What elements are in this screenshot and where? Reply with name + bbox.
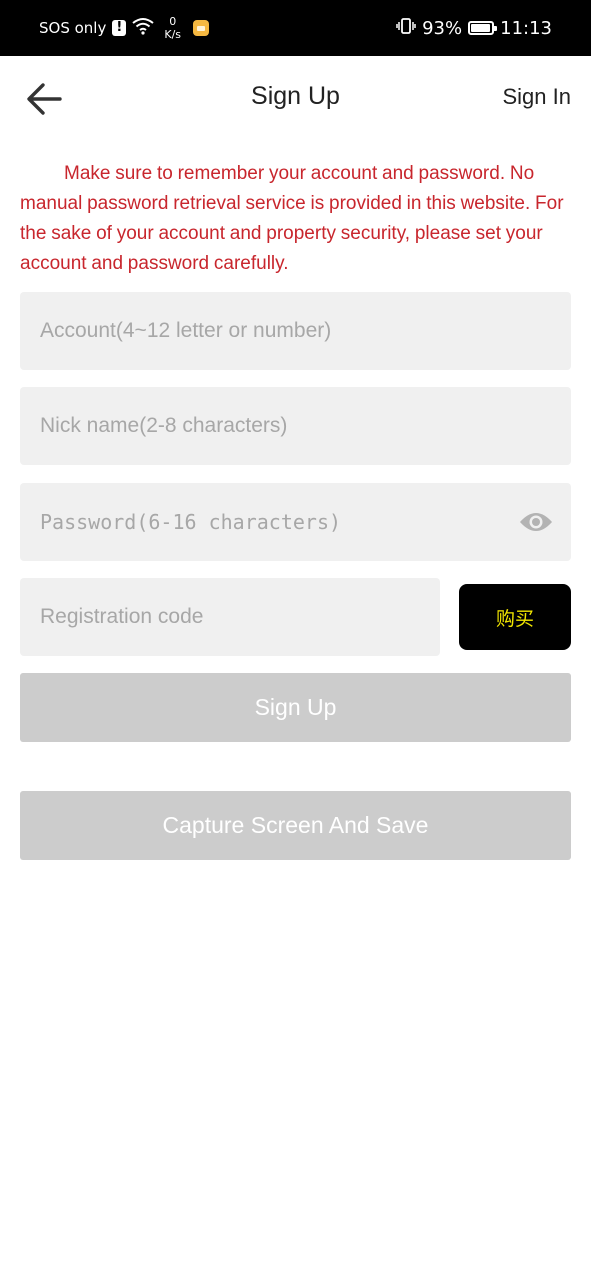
app-notification-icon <box>193 20 210 36</box>
registration-code-container <box>20 578 440 656</box>
nickname-input[interactable] <box>20 387 571 465</box>
network-speed-value: 0 <box>169 15 177 28</box>
account-field-container <box>20 292 571 370</box>
battery-percent: 93% <box>422 17 463 39</box>
status-bar: SOS only ! 0 K/s 93% 11:13 <box>0 0 591 56</box>
network-speed: 0 K/s <box>164 15 181 41</box>
status-bar-right: 93% 11:13 <box>396 0 552 56</box>
battery-icon <box>468 21 498 35</box>
sign-up-button[interactable]: Sign Up <box>20 673 571 742</box>
battery-level-fill <box>471 24 490 32</box>
wifi-icon <box>132 17 154 39</box>
password-input[interactable] <box>20 483 571 561</box>
password-visibility-toggle[interactable] <box>519 507 553 537</box>
nickname-field-container <box>20 387 571 465</box>
vibrate-icon <box>396 17 416 40</box>
eye-icon <box>520 513 552 531</box>
nav-bar: Sign Up Sign In <box>0 56 591 142</box>
sign-in-link[interactable]: Sign In <box>503 84 572 110</box>
clock: 11:13 <box>500 17 552 39</box>
account-input[interactable] <box>20 292 571 370</box>
warning-notice: Make sure to remember your account and p… <box>20 163 564 274</box>
carrier-text: SOS only <box>39 19 107 37</box>
buy-button[interactable]: 购买 <box>459 584 571 650</box>
capture-screen-button[interactable]: Capture Screen And Save <box>20 791 571 860</box>
status-bar-left: SOS only ! 0 K/s <box>39 0 210 56</box>
registration-code-input[interactable] <box>20 578 440 656</box>
alert-icon: ! <box>112 20 127 36</box>
password-field-container <box>20 483 571 561</box>
network-speed-unit: K/s <box>164 28 182 41</box>
